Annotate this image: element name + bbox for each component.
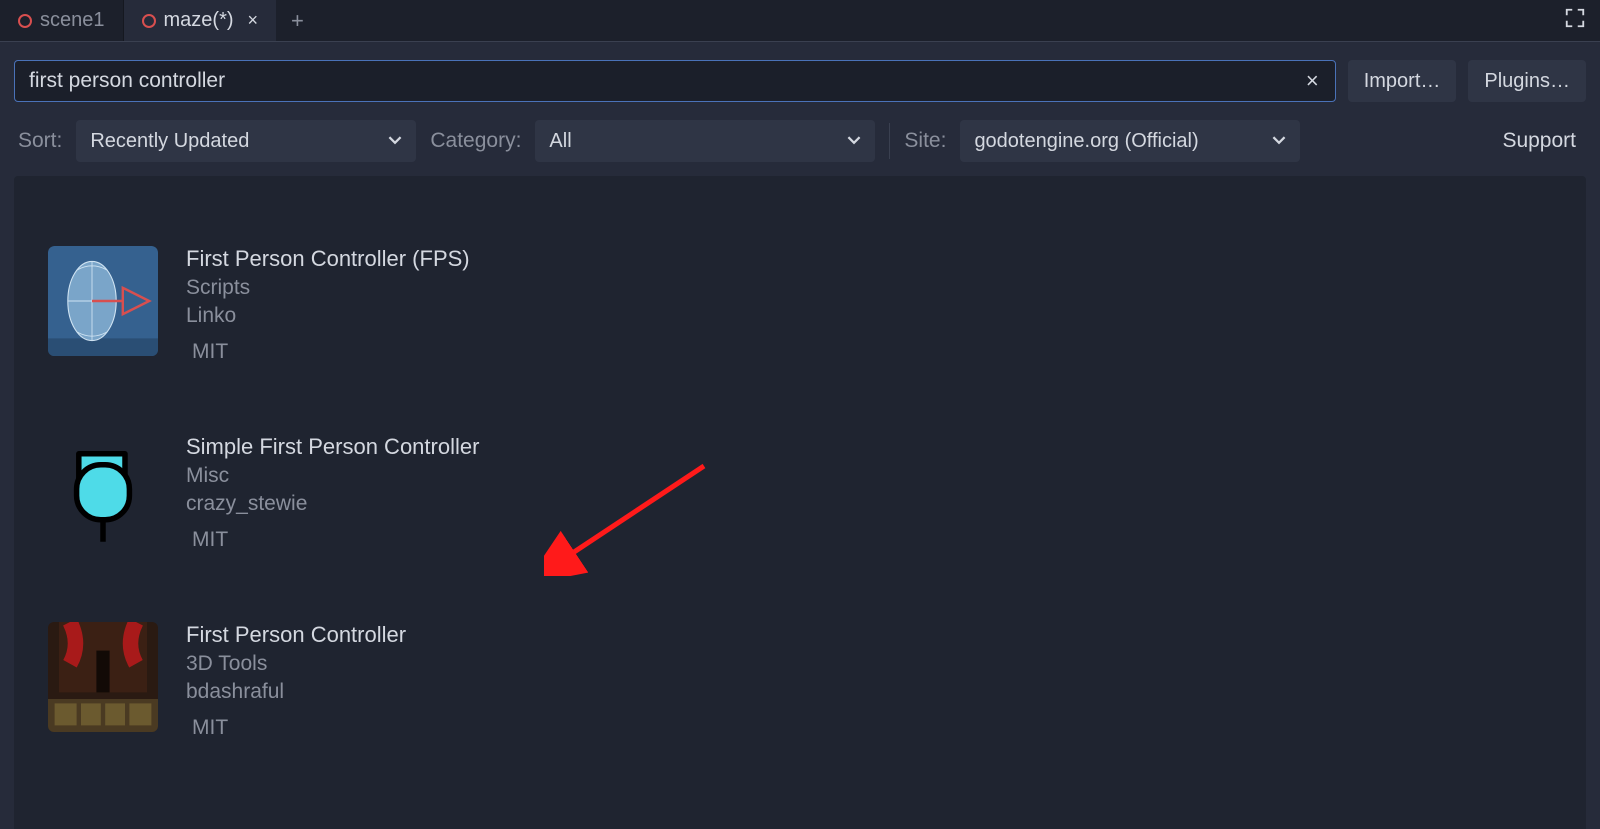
tab-label: maze(*): [164, 9, 234, 32]
asset-meta: First Person Controller 3D Tools bdashra…: [186, 622, 406, 740]
separator: [889, 123, 890, 159]
sort-label: Sort:: [18, 129, 62, 153]
tab-label: scene1: [40, 9, 105, 32]
add-tab-button[interactable]: +: [277, 8, 318, 34]
chevron-down-icon: [847, 130, 861, 153]
chevron-down-icon: [1272, 130, 1286, 153]
fullscreen-icon[interactable]: [1564, 7, 1586, 35]
close-icon[interactable]: ×: [248, 10, 259, 31]
tab-maze[interactable]: maze(*) ×: [124, 0, 278, 41]
asset-meta: First Person Controller (FPS) Scripts Li…: [186, 246, 470, 364]
asset-category: Scripts: [186, 276, 470, 300]
asset-license: MIT: [186, 716, 406, 740]
asset-thumbnail: [48, 622, 158, 732]
asset-title: Simple First Person Controller: [186, 434, 479, 460]
asset-author: bdashraful: [186, 680, 406, 704]
asset-title: First Person Controller: [186, 622, 406, 648]
asset-meta: Simple First Person Controller Misc craz…: [186, 434, 479, 552]
tab-scene1[interactable]: scene1: [0, 0, 124, 41]
asset-author: crazy_stewie: [186, 492, 479, 516]
asset-result[interactable]: First Person Controller (FPS) Scripts Li…: [48, 246, 1552, 364]
search-row: × Import… Plugins…: [0, 42, 1600, 110]
sort-value: Recently Updated: [90, 130, 249, 153]
search-input-wrapper[interactable]: ×: [14, 60, 1336, 102]
asset-result[interactable]: Simple First Person Controller Misc craz…: [48, 434, 1552, 552]
support-button[interactable]: Support: [1502, 129, 1582, 153]
asset-result[interactable]: First Person Controller 3D Tools bdashra…: [48, 622, 1552, 740]
asset-author: Linko: [186, 304, 470, 328]
results-panel: First Person Controller (FPS) Scripts Li…: [14, 176, 1586, 829]
site-label: Site:: [904, 129, 946, 153]
category-value: All: [549, 130, 571, 153]
search-input[interactable]: [27, 68, 1302, 94]
scene-icon: [18, 14, 32, 28]
scene-icon: [142, 14, 156, 28]
sort-select[interactable]: Recently Updated: [76, 120, 416, 162]
asset-thumbnail: [48, 434, 158, 544]
site-value: godotengine.org (Official): [974, 130, 1198, 153]
category-select[interactable]: All: [535, 120, 875, 162]
asset-category: 3D Tools: [186, 652, 406, 676]
asset-title: First Person Controller (FPS): [186, 246, 470, 272]
asset-license: MIT: [186, 528, 479, 552]
asset-license: MIT: [186, 340, 470, 364]
asset-category: Misc: [186, 464, 479, 488]
filter-row: Sort: Recently Updated Category: All Sit…: [0, 110, 1600, 176]
import-button[interactable]: Import…: [1348, 60, 1457, 102]
asset-thumbnail: [48, 246, 158, 356]
clear-icon[interactable]: ×: [1302, 68, 1323, 94]
chevron-down-icon: [388, 130, 402, 153]
site-select[interactable]: godotengine.org (Official): [960, 120, 1300, 162]
category-label: Category:: [430, 129, 521, 153]
tab-strip: scene1 maze(*) × +: [0, 0, 1600, 42]
plugins-button[interactable]: Plugins…: [1468, 60, 1586, 102]
